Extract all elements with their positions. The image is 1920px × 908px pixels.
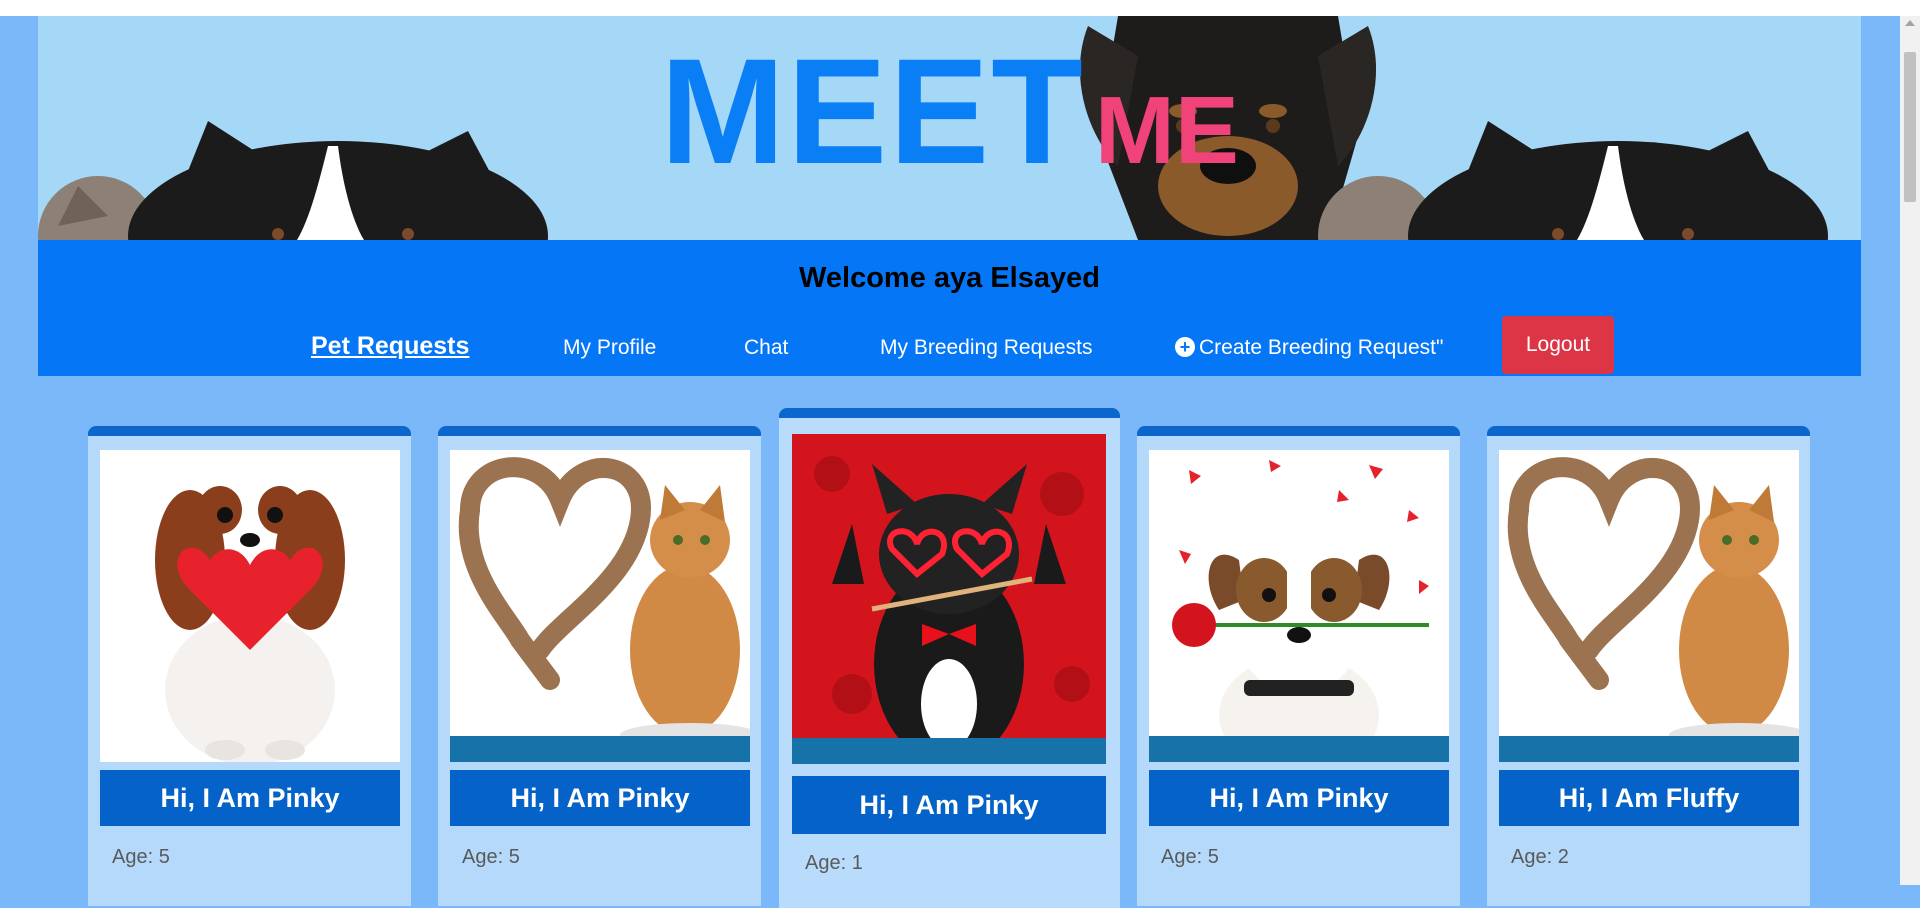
- pet-photo: [1499, 450, 1799, 762]
- plus-circle-icon: +: [1175, 337, 1195, 357]
- logo-meet-text: MEET: [660, 27, 1085, 195]
- nav-create-breeding-request[interactable]: + Create Breeding Request": [1175, 336, 1443, 360]
- bulldog-heart-glasses-image: [792, 434, 1106, 764]
- dog-with-heart-image: [155, 470, 345, 762]
- nav-menu: Pet Requests My Profile Chat My Breeding…: [38, 316, 1861, 376]
- nav-pet-requests[interactable]: Pet Requests: [311, 332, 469, 361]
- navbar: Welcome aya Elsayed Pet Requests My Prof…: [38, 240, 1861, 376]
- pet-card[interactable]: Hi, I Am Pinky Age: 5: [88, 426, 411, 906]
- pet-card-title: Hi, I Am Pinky: [100, 770, 400, 826]
- welcome-message: Welcome aya Elsayed: [799, 262, 1100, 294]
- logo-me-text: ME: [1094, 77, 1239, 184]
- page-scrollbar[interactable]: [1900, 16, 1920, 885]
- browser-top-strip: [0, 0, 1920, 16]
- nav-my-profile[interactable]: My Profile: [563, 336, 656, 360]
- scroll-up-arrow-icon[interactable]: [1905, 20, 1915, 26]
- pet-photo: [792, 434, 1106, 764]
- pet-card-age: Age: 5: [112, 846, 170, 868]
- pet-card-title: Hi, I Am Pinky: [450, 770, 750, 826]
- nav-create-label: Create Breeding Request": [1199, 336, 1444, 359]
- pet-photo: [1149, 450, 1449, 762]
- terrier-with-rose-image: [1149, 460, 1449, 762]
- cat-heart-tail-image: [450, 457, 750, 762]
- pet-card-title: Hi, I Am Pinky: [792, 776, 1106, 834]
- cat-heart-tail-image: [1499, 457, 1799, 762]
- nav-chat[interactable]: Chat: [744, 336, 788, 360]
- pet-card-age: Age: 5: [1161, 846, 1219, 868]
- pet-photo: [100, 450, 400, 762]
- pet-card[interactable]: Hi, I Am Fluffy Age: 2: [1487, 426, 1810, 906]
- logout-button[interactable]: Logout: [1502, 316, 1614, 374]
- site-logo: MEET ME: [38, 36, 1861, 186]
- pet-card-age: Age: 1: [805, 852, 863, 874]
- pet-card-title: Hi, I Am Pinky: [1149, 770, 1449, 826]
- pet-card[interactable]: Hi, I Am Pinky Age: 5: [438, 426, 761, 906]
- header-banner: MEET ME: [38, 16, 1861, 240]
- pet-card-title: Hi, I Am Fluffy: [1499, 770, 1799, 826]
- pet-card[interactable]: Hi, I Am Pinky Age: 5: [1137, 426, 1460, 906]
- nav-my-breeding-requests[interactable]: My Breeding Requests: [880, 336, 1092, 360]
- pet-photo: [450, 450, 750, 762]
- pet-card-age: Age: 5: [462, 846, 520, 868]
- pet-card-featured[interactable]: Hi, I Am Pinky Age: 1: [779, 408, 1120, 908]
- pet-card-age: Age: 2: [1511, 846, 1569, 868]
- scrollbar-thumb[interactable]: [1904, 52, 1916, 202]
